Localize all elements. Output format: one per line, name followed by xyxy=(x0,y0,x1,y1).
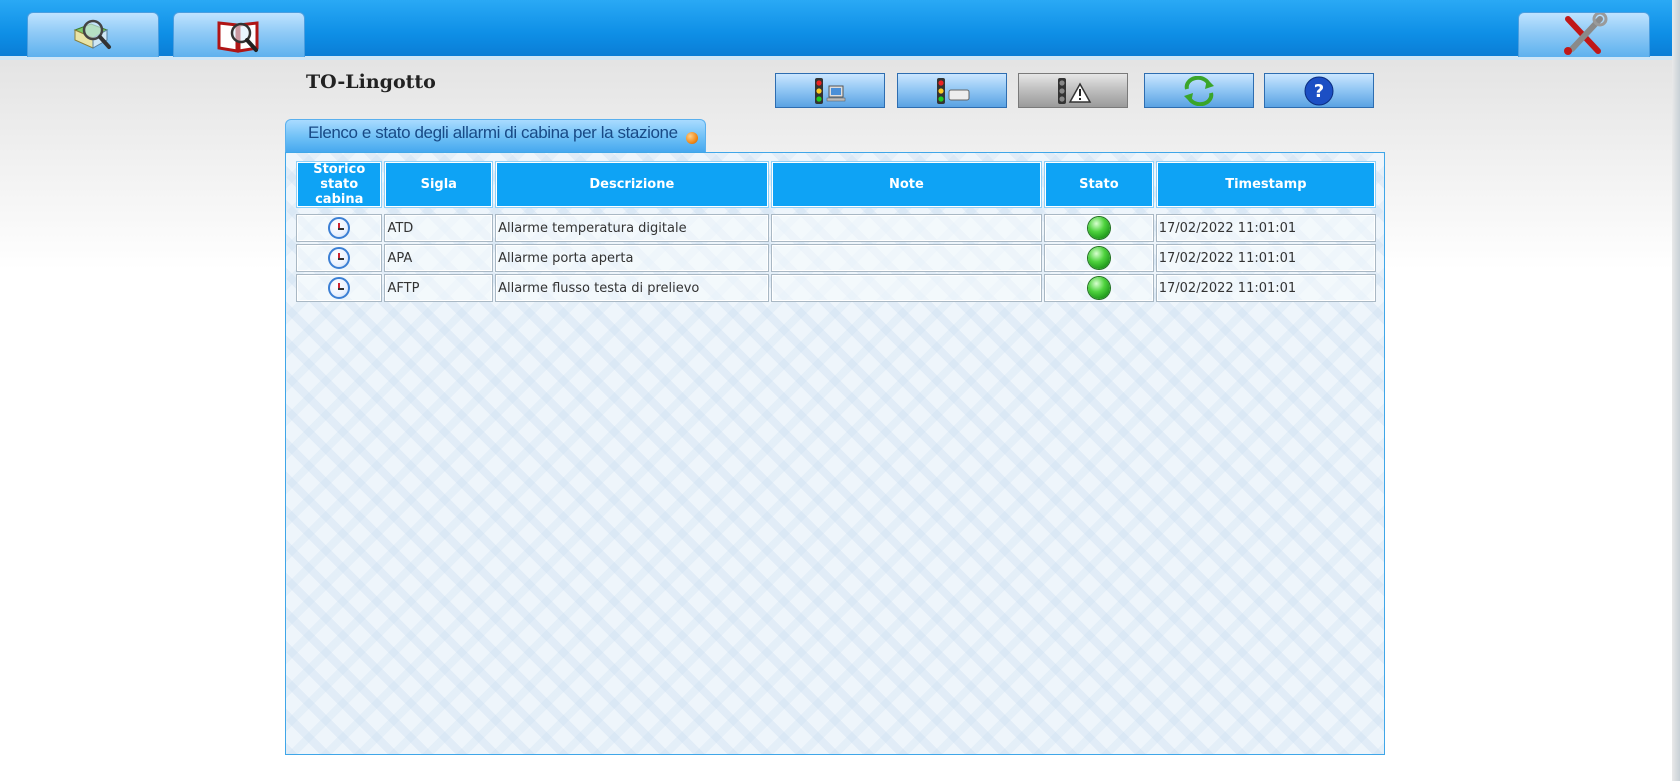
col-header-history: Storico stato cabina xyxy=(296,161,383,208)
refresh-icon xyxy=(1184,75,1214,106)
table-row: ATD Allarme temperatura digitale 17/02/2… xyxy=(296,214,1376,242)
nav-tab-book-search[interactable] xyxy=(173,12,305,57)
notes-cell xyxy=(770,244,1043,272)
description-cell: Allarme temperatura digitale xyxy=(495,214,769,242)
notes-cell xyxy=(770,274,1043,302)
table-row: AFTP Allarme flusso testa di prelievo 17… xyxy=(296,274,1376,302)
toolbar-button-traffic-computer[interactable] xyxy=(775,73,885,108)
map-search-icon xyxy=(73,19,111,49)
code-cell: ATD xyxy=(384,214,494,242)
status-cell xyxy=(1044,274,1154,302)
help-icon: ? xyxy=(1304,76,1334,105)
table-header-row: Storico stato cabina Sigla Descrizione N… xyxy=(296,161,1376,208)
toolbar-button-traffic-device[interactable] xyxy=(897,73,1007,108)
col-header-timestamp: Timestamp xyxy=(1155,161,1376,208)
history-cell[interactable] xyxy=(296,244,383,272)
section-tab: Elenco e stato degli allarmi di cabina p… xyxy=(285,119,706,152)
alarms-table: Storico stato cabina Sigla Descrizione N… xyxy=(294,159,1378,304)
orange-dot-icon xyxy=(686,132,698,144)
timestamp-cell: 17/02/2022 11:01:01 xyxy=(1155,274,1376,302)
clock-icon[interactable] xyxy=(328,277,351,299)
timestamp-cell: 17/02/2022 11:01:01 xyxy=(1155,214,1376,242)
history-cell[interactable] xyxy=(296,274,383,302)
timestamp-cell: 17/02/2022 11:01:01 xyxy=(1155,244,1376,272)
alarms-panel: Storico stato cabina Sigla Descrizione N… xyxy=(285,152,1385,755)
code-cell: APA xyxy=(384,244,494,272)
section-title: Elenco e stato degli allarmi di cabina p… xyxy=(308,123,678,142)
book-search-icon xyxy=(217,21,259,53)
status-cell xyxy=(1044,214,1154,242)
status-cell xyxy=(1044,244,1154,272)
status-ok-icon xyxy=(1087,277,1110,299)
station-title: TO-Lingotto xyxy=(306,71,436,93)
traffic-light-warning-icon xyxy=(1058,77,1092,104)
col-header-notes: Note xyxy=(770,161,1043,208)
col-header-description: Descrizione xyxy=(495,161,769,208)
tools-icon xyxy=(1564,13,1608,55)
settings-button[interactable] xyxy=(1518,12,1650,57)
toolbar-button-help[interactable]: ? xyxy=(1264,73,1374,108)
status-ok-icon xyxy=(1087,217,1110,239)
col-header-code: Sigla xyxy=(384,161,494,208)
notes-cell xyxy=(770,214,1043,242)
description-cell: Allarme porta aperta xyxy=(495,244,769,272)
window-edge xyxy=(1672,0,1680,781)
col-header-status: Stato xyxy=(1044,161,1154,208)
code-cell: AFTP xyxy=(384,274,494,302)
nav-tab-map-search[interactable] xyxy=(27,12,159,57)
toolbar-button-refresh[interactable] xyxy=(1144,73,1254,108)
clock-icon[interactable] xyxy=(328,247,351,269)
clock-icon[interactable] xyxy=(328,217,351,239)
history-cell[interactable] xyxy=(296,214,383,242)
traffic-light-computer-icon xyxy=(815,77,846,104)
header-separator xyxy=(296,210,1376,212)
table-row: APA Allarme porta aperta 17/02/2022 11:0… xyxy=(296,244,1376,272)
traffic-light-device-icon xyxy=(937,77,970,104)
top-navigation-bar xyxy=(0,0,1672,60)
description-cell: Allarme flusso testa di prelievo xyxy=(495,274,769,302)
svg-text:?: ? xyxy=(1314,81,1324,102)
status-ok-icon xyxy=(1087,247,1110,269)
toolbar-button-traffic-warning[interactable] xyxy=(1018,73,1128,108)
